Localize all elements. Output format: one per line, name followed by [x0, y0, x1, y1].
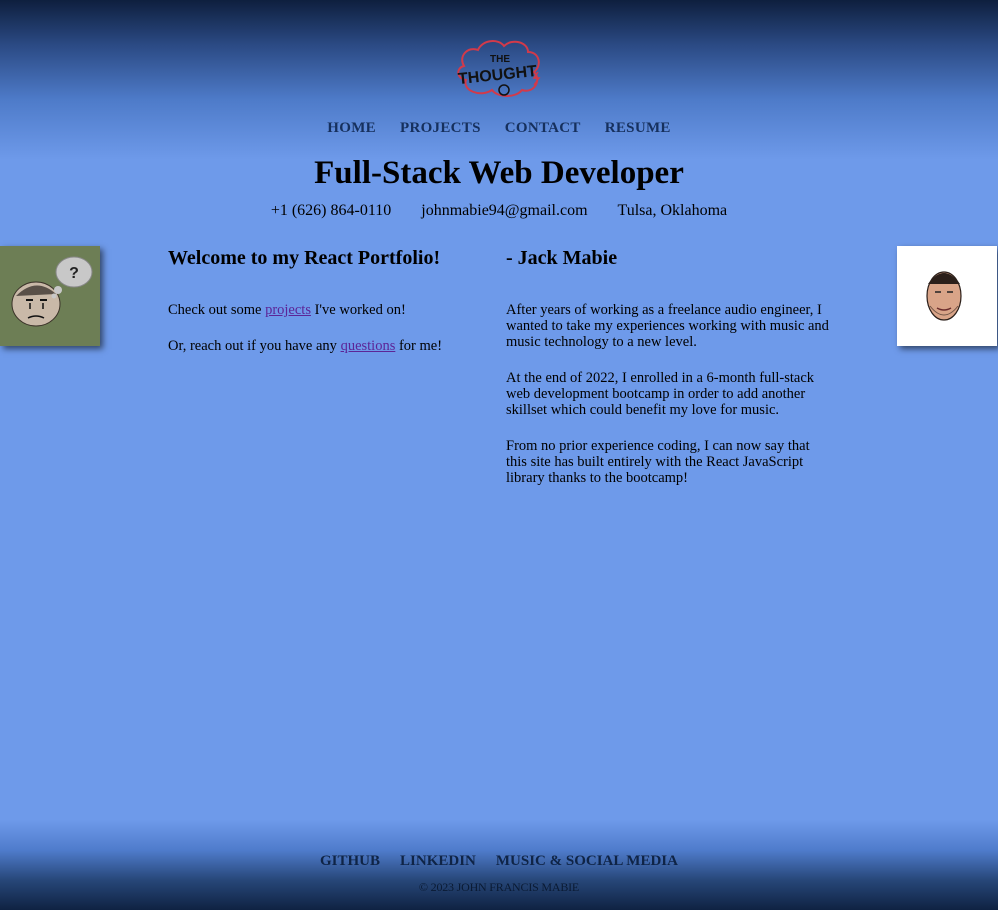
questions-link[interactable]: questions	[341, 338, 396, 354]
questions-text-after: for me!	[395, 338, 443, 354]
profile-face-icon	[897, 246, 997, 346]
projects-text-after: I've worked on!	[310, 302, 406, 318]
nav-projects-link[interactable]: PROJECTS	[400, 120, 481, 137]
nav-resume-link[interactable]: RESUME	[605, 120, 671, 137]
nav-contact-link[interactable]: CONTACT	[505, 120, 581, 137]
copyright-text: © 2023 JOHN FRANCIS MABIE	[418, 880, 580, 894]
email-address: johnmabie94@gmail.com	[421, 202, 588, 219]
contact-info: +1 (626) 864-0110 johnmabie94@gmail.com …	[0, 202, 998, 220]
about-paragraph-2: At the end of 2022, I enrolled in a 6-mo…	[506, 370, 815, 418]
projects-link[interactable]: projects	[265, 302, 311, 318]
about-paragraph-1: After years of working as a freelance au…	[506, 302, 829, 350]
linkedin-link[interactable]: LINKEDIN	[400, 853, 476, 870]
welcome-section: Welcome to my React Portfolio! Check out…	[168, 244, 498, 374]
question-mark: ?	[69, 265, 79, 282]
thinking-face-icon: ?	[0, 246, 100, 346]
questions-text-before: Or, reach out if you have any	[168, 338, 341, 354]
author-heading: - Jack Mabie	[506, 247, 618, 269]
projects-paragraph: Check out some projects I've worked on!	[168, 302, 498, 318]
github-link[interactable]: GITHUB	[320, 853, 380, 870]
nav-home-link[interactable]: HOME	[327, 120, 376, 137]
page-title: Full-Stack Web Developer	[314, 155, 684, 191]
logo-text-main: THOUGHT	[457, 63, 538, 88]
about-paragraph-3: From no prior experience coding, I can n…	[506, 438, 810, 486]
thought-logo-icon[interactable]: THE THOUGHT	[454, 36, 544, 100]
welcome-heading: Welcome to my React Portfolio!	[168, 247, 441, 269]
main-nav: HOME PROJECTS CONTACT RESUME	[0, 120, 998, 137]
about-section: - Jack Mabie After years of working as a…	[506, 244, 831, 506]
location: Tulsa, Oklahoma	[617, 202, 728, 219]
music-social-link[interactable]: MUSIC & SOCIAL MEDIA	[496, 853, 678, 870]
questions-paragraph: Or, reach out if you have any questions …	[168, 338, 498, 354]
footer-nav: GITHUB LINKEDIN MUSIC & SOCIAL MEDIA	[0, 853, 998, 870]
logo-text-top: THE	[490, 54, 510, 65]
phone-number: +1 (626) 864-0110	[270, 202, 392, 219]
projects-text-before: Check out some	[168, 302, 266, 318]
